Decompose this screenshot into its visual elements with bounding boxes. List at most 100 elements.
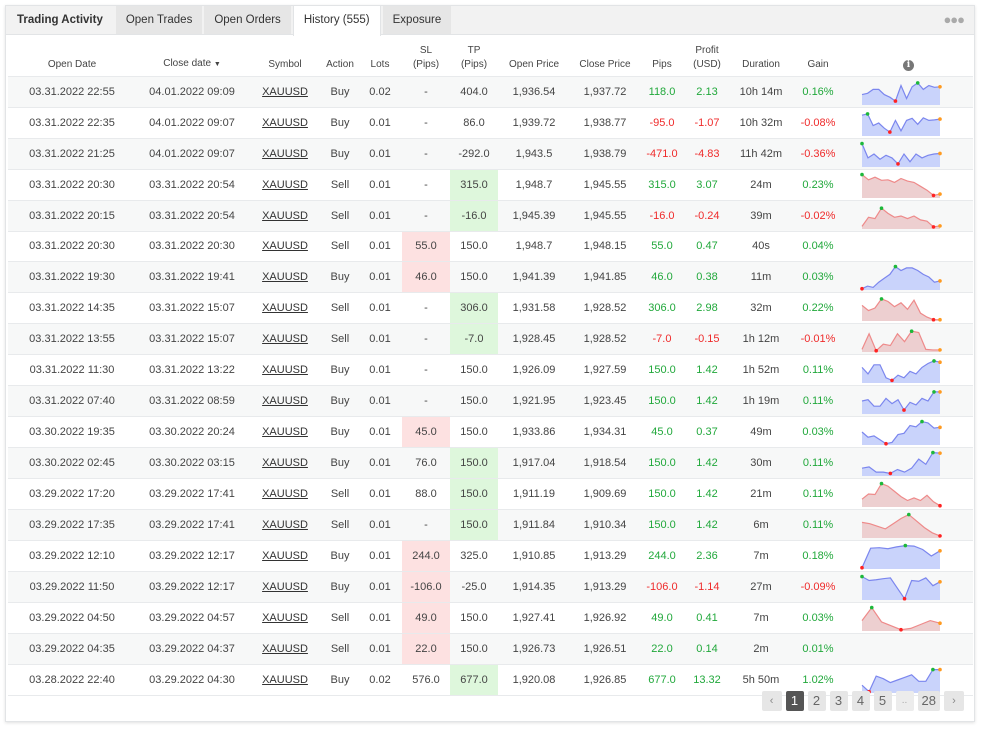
col-open-price[interactable]: Open Price (498, 35, 570, 77)
symbol-link[interactable]: XAUUSD (262, 240, 308, 252)
tab-open-orders[interactable]: Open Orders (204, 6, 291, 34)
symbol-link[interactable]: XAUUSD (262, 426, 308, 438)
trade-sparkline[interactable] (860, 510, 942, 540)
symbol-link[interactable]: XAUUSD (262, 550, 308, 562)
trade-sparkline[interactable] (860, 355, 942, 385)
symbol-link[interactable]: XAUUSD (262, 364, 308, 376)
symbol-link[interactable]: XAUUSD (262, 581, 308, 593)
trade-sparkline[interactable] (860, 293, 942, 323)
symbol-link[interactable]: XAUUSD (262, 271, 308, 283)
pips-cell-text: -106.0 (646, 581, 678, 594)
symbol-link[interactable]: XAUUSD (262, 86, 308, 98)
prev-page-button[interactable]: ‹ (761, 691, 782, 711)
col-close-date[interactable]: Close date ▼ (136, 35, 248, 77)
table-row[interactable]: 03.31.2022 07:40 03.31.2022 08:59 XAUUSD Bu… (8, 385, 973, 418)
symbol-link[interactable]: XAUUSD (262, 488, 308, 500)
lots-cell-text: 0.01 (369, 240, 391, 253)
info-icon[interactable]: i (903, 59, 914, 71)
sparkline-max-point (932, 390, 936, 394)
table-row[interactable]: 03.31.2022 19:30 03.31.2022 19:41 XAUUSD Bu… (8, 261, 973, 294)
sparkline-last-point (938, 116, 942, 121)
symbol-link[interactable]: XAUUSD (262, 612, 308, 624)
symbol-link[interactable]: XAUUSD (262, 302, 308, 314)
col-open-date[interactable]: Open Date (8, 35, 136, 77)
table-row[interactable]: 03.31.2022 21:25 04.01.2022 09:07 XAUUSD Bu… (8, 138, 973, 170)
open-price-cell-text: 1,939.72 (512, 116, 556, 129)
tp-cell: 150.0 (450, 602, 498, 635)
table-row[interactable]: 03.30.2022 19:35 03.30.2022 20:24 XAUUSD Bu… (8, 416, 973, 449)
profit-cell: 1.42 (684, 509, 730, 542)
duration-cell: 10h 32m (730, 107, 792, 139)
col-profit[interactable]: Profit (USD) (684, 35, 730, 77)
symbol-link[interactable]: XAUUSD (262, 210, 308, 222)
symbol-link[interactable]: XAUUSD (262, 179, 308, 191)
tab-history[interactable]: History (555) (292, 6, 381, 36)
table-row[interactable]: 03.31.2022 20:30 03.31.2022 20:30 XAUUSD Se… (8, 231, 973, 263)
page-2-button[interactable]: 2 (807, 691, 826, 711)
symbol-link[interactable]: XAUUSD (262, 148, 308, 160)
trade-sparkline[interactable] (860, 386, 942, 416)
symbol-link[interactable]: XAUUSD (262, 643, 308, 655)
table-row[interactable]: 03.29.2022 04:50 03.29.2022 04:57 XAUUSD Se… (8, 602, 973, 635)
close-date-cell-text: 03.31.2022 08:59 (149, 395, 235, 408)
sl-cell: - (402, 200, 450, 232)
table-row[interactable]: 03.29.2022 11:50 03.29.2022 12:17 XAUUSD Bu… (8, 571, 973, 604)
symbol-link[interactable]: XAUUSD (262, 519, 308, 531)
trade-sparkline[interactable] (860, 603, 942, 633)
trade-sparkline[interactable] (860, 77, 942, 107)
table-row[interactable]: 03.31.2022 22:35 04.01.2022 09:07 XAUUSD Bu… (8, 107, 973, 139)
trade-sparkline[interactable] (860, 170, 942, 200)
table-row[interactable]: 03.31.2022 20:15 03.31.2022 20:54 XAUUSD Se… (8, 200, 973, 232)
symbol-link[interactable]: XAUUSD (262, 395, 308, 407)
col-pips[interactable]: Pips (640, 35, 684, 77)
trade-sparkline[interactable] (860, 541, 942, 571)
trade-sparkline[interactable] (860, 448, 942, 478)
trade-sparkline[interactable] (860, 417, 942, 447)
trade-sparkline[interactable] (860, 108, 942, 138)
table-row[interactable]: 03.29.2022 04:35 03.29.2022 04:37 XAUUSD Se… (8, 633, 973, 665)
symbol-link[interactable]: XAUUSD (262, 457, 308, 469)
page-5-button[interactable]: 5 (873, 691, 892, 711)
sparkline-min-point (884, 441, 888, 446)
table-row[interactable]: 03.31.2022 14:35 03.31.2022 15:07 XAUUSD Se… (8, 292, 973, 325)
col-action[interactable]: Action (322, 35, 358, 77)
col-gain[interactable]: Gain (792, 35, 844, 77)
open-date-cell: 03.30.2022 02:45 (8, 447, 136, 480)
table-row[interactable]: 03.31.2022 11:30 03.31.2022 13:22 XAUUSD Bu… (8, 354, 973, 387)
trade-sparkline[interactable] (860, 139, 942, 169)
trade-sparkline[interactable] (860, 572, 942, 602)
col-duration[interactable]: Duration (730, 35, 792, 77)
table-row[interactable]: 03.31.2022 20:30 03.31.2022 20:54 XAUUSD Se… (8, 169, 973, 201)
ellipsis-icon[interactable]: ●●● (943, 12, 965, 27)
table-row[interactable]: 03.29.2022 17:20 03.29.2022 17:41 XAUUSD Se… (8, 478, 973, 511)
trade-sparkline[interactable] (860, 201, 942, 231)
col-close-price[interactable]: Close Price (570, 35, 640, 77)
page-4-button[interactable]: 4 (851, 691, 870, 711)
symbol-link[interactable]: XAUUSD (262, 117, 308, 129)
sparkline-max-point (931, 667, 935, 672)
col-lots[interactable]: Lots (358, 35, 402, 77)
page-28-button[interactable]: 28 (917, 691, 940, 711)
lots-cell-text: 0.01 (369, 612, 391, 625)
table-row[interactable]: 03.31.2022 13:55 03.31.2022 15:07 XAUUSD Se… (8, 323, 973, 356)
gain-cell: 0.16% (792, 76, 844, 108)
table-row[interactable]: 03.30.2022 02:45 03.30.2022 03:15 XAUUSD Bu… (8, 447, 973, 480)
page-3-button[interactable]: 3 (829, 691, 848, 711)
table-row[interactable]: 03.29.2022 17:35 03.29.2022 17:41 XAUUSD Se… (8, 509, 973, 542)
next-page-button[interactable]: › (944, 691, 964, 711)
profit-cell: 3.07 (684, 169, 730, 201)
col-sl[interactable]: SL (Pips) (402, 35, 450, 77)
trade-sparkline[interactable] (860, 324, 942, 354)
lots-cell: 0.01 (358, 200, 402, 232)
symbol-link[interactable]: XAUUSD (262, 333, 308, 345)
col-tp[interactable]: TP (Pips) (450, 35, 498, 77)
table-row[interactable]: 03.31.2022 22:55 04.01.2022 09:09 XAUUSD Bu… (8, 76, 973, 108)
page-1-button[interactable]: 1 (785, 691, 804, 711)
tab-open-trades[interactable]: Open Trades (115, 6, 203, 34)
table-row[interactable]: 03.29.2022 12:10 03.29.2022 12:17 XAUUSD Bu… (8, 540, 973, 573)
trade-sparkline[interactable] (860, 479, 942, 509)
tab-exposure[interactable]: Exposure (382, 6, 452, 34)
trade-sparkline[interactable] (860, 262, 942, 292)
symbol-link[interactable]: XAUUSD (262, 674, 308, 686)
col-symbol[interactable]: Symbol (248, 35, 322, 77)
